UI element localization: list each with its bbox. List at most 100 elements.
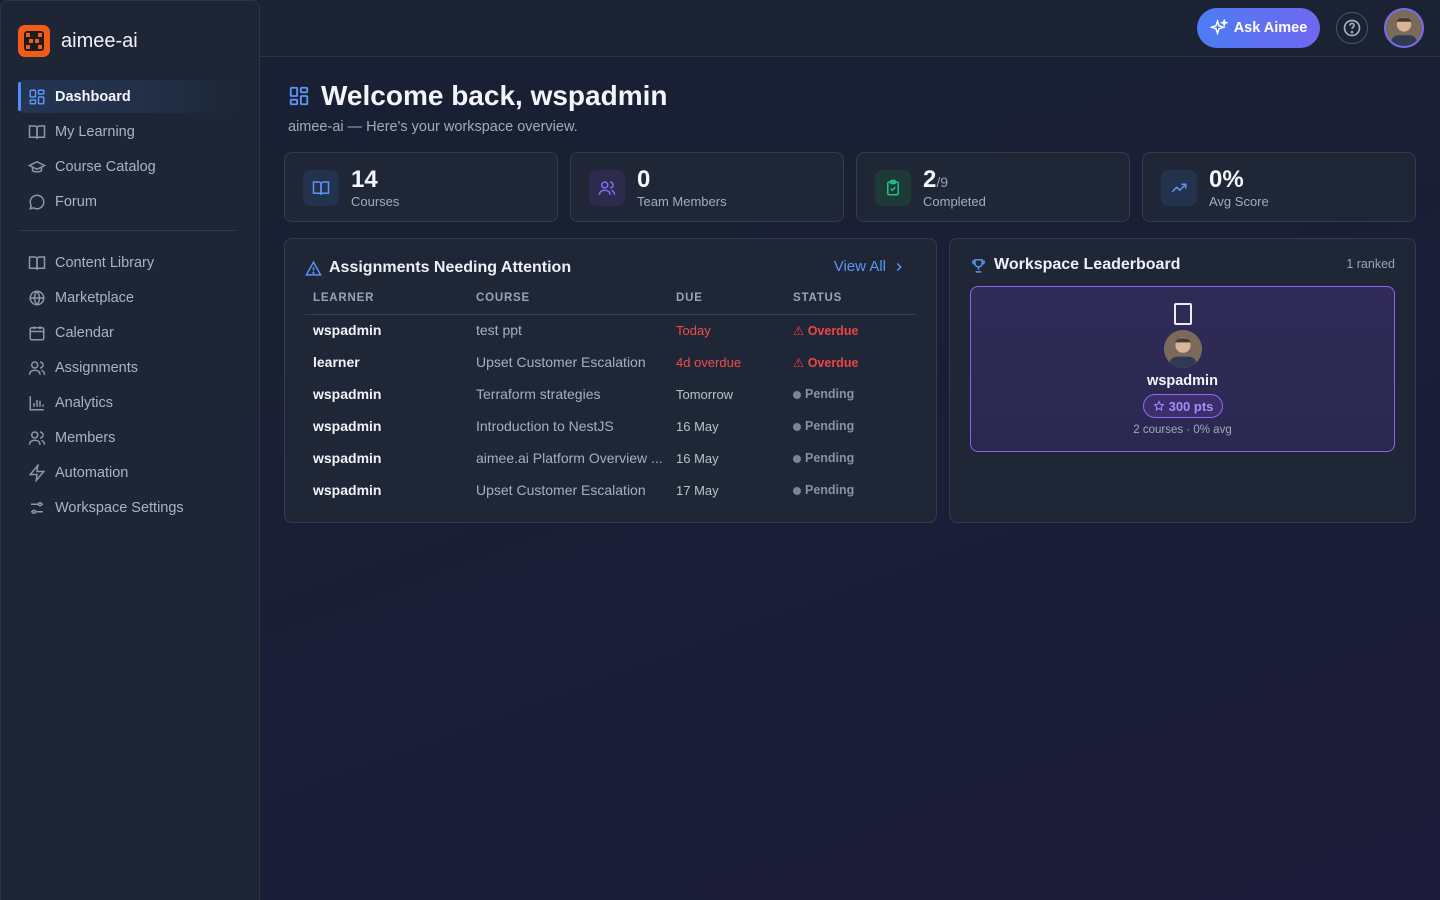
sidebar-item-course-catalog[interactable]: Course Catalog [18, 150, 236, 183]
course-cell: Upset Customer Escalation [476, 354, 646, 370]
sidebar-item-label: Dashboard [55, 88, 131, 105]
trophy-icon [970, 257, 987, 274]
globe-icon [28, 289, 46, 307]
status-dot [793, 455, 801, 463]
learner-cell: wspadmin [313, 482, 382, 498]
users-icon [28, 359, 46, 377]
status-dot [793, 391, 801, 399]
help-button[interactable] [1336, 12, 1368, 44]
leaderboard-entry[interactable]: wspadmin 300 pts 2 courses · 0% avg [970, 286, 1395, 452]
assignments-card: Assignments Needing Attention View All L… [284, 238, 937, 523]
due-cell: 4d overdue [676, 354, 742, 370]
completed-total: /9 [936, 174, 949, 190]
sidebar-item-label: My Learning [55, 123, 135, 140]
brand-name: aimee-ai [61, 29, 138, 52]
due-cell: 17 May [676, 482, 719, 498]
sidebar: aimee-ai Dashboard My Learning Course Ca… [0, 0, 260, 900]
table-row[interactable]: wspadmin Introduction to NestJS 16 May P… [305, 410, 916, 442]
rank-medal-icon [1174, 303, 1192, 325]
brand-logo [18, 25, 50, 57]
sidebar-item-automation[interactable]: Automation [18, 456, 236, 489]
users-icon [28, 429, 46, 447]
ask-aimee-label: Ask Aimee [1233, 20, 1308, 36]
stat-team-members[interactable]: 0 Team Members [570, 152, 844, 222]
assignments-table: LEARNER COURSE DUE STATUS wspadmin test … [305, 287, 916, 506]
course-cell: Terraform strategies [476, 386, 601, 402]
assignments-title-text: Assignments Needing Attention [329, 259, 572, 276]
status-text: Overdue [807, 355, 859, 370]
view-all-link[interactable]: View All [834, 258, 906, 275]
ask-aimee-button[interactable]: Ask Aimee [1197, 8, 1320, 48]
leaderboard-title: Workspace Leaderboard [970, 256, 1180, 274]
bar-chart-icon [28, 394, 46, 412]
column-header-due: DUE [676, 287, 793, 315]
sidebar-item-label: Workspace Settings [55, 499, 184, 516]
sidebar-item-dashboard[interactable]: Dashboard [18, 80, 236, 113]
table-row[interactable]: wspadmin aimee.ai Platform Overview ... … [305, 442, 916, 474]
star-icon [1153, 400, 1165, 412]
secondary-nav: Content Library Marketplace Calendar Ass… [18, 246, 236, 526]
book-icon [28, 123, 46, 141]
warning-triangle-icon [305, 260, 322, 277]
sidebar-item-my-learning[interactable]: My Learning [18, 115, 236, 148]
sidebar-item-label: Content Library [55, 254, 155, 271]
stat-value: 14 [351, 166, 378, 193]
book-icon [312, 179, 330, 197]
sidebar-item-label: Calendar [55, 324, 114, 341]
course-cell: test ppt [476, 322, 522, 339]
view-all-label: View All [833, 258, 886, 275]
sidebar-item-analytics[interactable]: Analytics [18, 386, 236, 419]
sidebar-item-label: Course Catalog [55, 158, 156, 175]
brand[interactable]: aimee-ai [18, 25, 138, 57]
sidebar-item-forum[interactable]: Forum [18, 185, 236, 218]
page-subtitle: aimee-ai — Here's your workspace overvie… [288, 119, 578, 135]
status-badge: Pending [793, 378, 916, 410]
table-row[interactable]: learner Upset Customer Escalation 4d ove… [305, 346, 916, 378]
sidebar-item-label: Members [55, 429, 116, 446]
sidebar-item-marketplace[interactable]: Marketplace [18, 281, 236, 314]
table-row[interactable]: wspadmin test ppt Today ⚠ Overdue [305, 314, 916, 346]
score-icon-box [1161, 170, 1197, 206]
points-text: 300 pts [1168, 398, 1214, 414]
stat-avg-score[interactable]: 0% Avg Score [1142, 152, 1416, 222]
help-icon [1342, 18, 1362, 38]
clipboard-check-icon [884, 179, 902, 197]
table-row[interactable]: wspadmin Upset Customer Escalation 17 Ma… [305, 474, 916, 506]
page-header: Welcome back, wspadmin aimee-ai — Here's… [288, 80, 668, 135]
leader-avatar [1164, 330, 1202, 368]
status-badge: Pending [793, 474, 916, 506]
sidebar-divider [18, 230, 236, 231]
sidebar-item-calendar[interactable]: Calendar [18, 316, 236, 349]
sidebar-item-label: Assignments [55, 359, 139, 376]
completed-icon-box [875, 170, 911, 206]
stat-value: 0% [1209, 166, 1244, 193]
dashboard-icon [28, 88, 46, 106]
learner-cell: wspadmin [313, 322, 382, 339]
column-header-learner: LEARNER [305, 287, 476, 315]
sidebar-item-label: Marketplace [55, 289, 134, 306]
leader-meta: 2 courses · 0% avg [1133, 424, 1232, 436]
sidebar-item-members[interactable]: Members [18, 421, 236, 454]
completed-count: 2 [923, 166, 937, 193]
course-cell: Introduction to NestJS [476, 418, 614, 434]
page-title: Welcome back, wspadmin [321, 80, 668, 111]
learner-cell: wspadmin [313, 386, 382, 402]
sidebar-item-workspace-settings[interactable]: Workspace Settings [18, 491, 236, 524]
leader-name: wspadmin [1147, 373, 1218, 389]
sidebar-item-assignments[interactable]: Assignments [18, 351, 236, 384]
table-row[interactable]: wspadmin Terraform strategies Tomorrow P… [305, 378, 916, 410]
user-avatar[interactable] [1384, 8, 1424, 48]
dashboard-icon [288, 85, 310, 107]
sidebar-item-content-library[interactable]: Content Library [18, 246, 236, 279]
learner-cell: wspadmin [313, 418, 382, 434]
topbar: Ask Aimee [260, 0, 1440, 57]
stat-courses[interactable]: 14 Courses [284, 152, 558, 222]
sliders-icon [28, 499, 46, 517]
status-text: Overdue [807, 323, 859, 338]
due-cell: Tomorrow [676, 386, 734, 402]
primary-nav: Dashboard My Learning Course Catalog For… [18, 80, 236, 220]
status-dot [793, 423, 801, 431]
learner-cell: learner [313, 354, 360, 370]
stat-completed[interactable]: 2/9 Completed [856, 152, 1130, 222]
column-header-course: COURSE [476, 287, 676, 315]
